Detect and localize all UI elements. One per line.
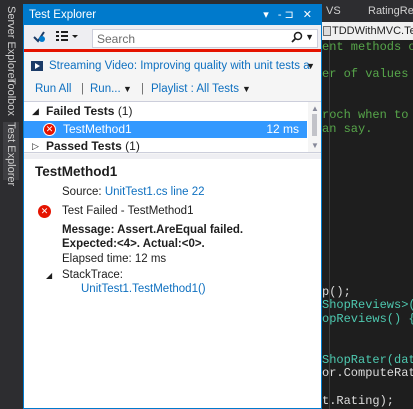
test-details-pane: TestMethod1 Source: UnitTest1.cs line 22… [24, 159, 321, 408]
expand-arrow-icon[interactable]: ◢ [32, 103, 39, 120]
code-line: or.ComputeRat [322, 366, 413, 381]
side-tab-label: Toolbox [5, 78, 17, 116]
scroll-thumb[interactable] [312, 114, 317, 136]
panel-window-controls[interactable]: ▾ -⊐ ✕ [263, 5, 315, 25]
failed-x-icon: ✕ [38, 205, 51, 218]
playlist-chevron-down-icon[interactable]: ▼ [242, 78, 251, 100]
editor-tab-strip: VS RatingRe [322, 0, 413, 22]
panel-title-bar[interactable]: Test Explorer ▾ -⊐ ✕ [24, 5, 321, 25]
separator: | [81, 83, 84, 95]
expand-arrow-icon[interactable]: ◢ [46, 271, 52, 280]
group-count: (1) [117, 104, 133, 118]
streaming-video-label: Streaming Video: Improving quality with … [49, 60, 310, 72]
failed-x-icon: ✕ [43, 123, 56, 136]
detail-source: Source: UnitTest1.cs line 22 [62, 186, 205, 198]
test-row-selected[interactable]: ✕ TestMethod1 12 ms [24, 121, 307, 138]
search-icon[interactable] [291, 31, 303, 46]
separator: | [141, 83, 144, 95]
test-results-tree: ◢ Failed Tests (1) ✕ TestMethod1 12 ms ▷… [24, 101, 321, 153]
test-explorer-toolbar: ▼ [24, 25, 321, 52]
chevron-down-icon[interactable]: ▼ [306, 55, 315, 77]
stacktrace-label: StackTrace: [62, 269, 123, 281]
scroll-down-icon[interactable]: ▼ [311, 141, 319, 150]
side-tab-strip: Server Explorer Toolbox Test Explorer [0, 0, 23, 409]
editor-tab-vs[interactable]: VS [326, 5, 341, 17]
tree-scrollbar[interactable]: ▲ ▼ [308, 102, 321, 152]
run-tests-icon[interactable] [30, 29, 48, 47]
code-line: er of values [322, 67, 409, 82]
failed-tests-group[interactable]: ◢ Failed Tests (1) [24, 103, 307, 120]
code-editor[interactable]: VS RatingRe TDDWithMVC.Tes ent methods o… [322, 0, 413, 409]
side-tab-server-explorer[interactable]: Server Explorer [3, 6, 19, 82]
video-play-icon [31, 61, 43, 71]
group-by-icon[interactable] [54, 29, 82, 47]
test-explorer-panel: Test Explorer ▾ -⊐ ✕ ▼ Streaming Video: … [23, 4, 322, 409]
source-link[interactable]: UnitTest1.cs line 22 [105, 186, 205, 198]
class-icon [323, 26, 331, 36]
panel-title: Test Explorer [29, 9, 97, 21]
code-line: opReviews() { [322, 312, 413, 326]
detail-elapsed-time: Elapsed time: 12 ms [62, 253, 167, 265]
run-dropdown[interactable]: Run... [90, 78, 121, 100]
run-chevron-down-icon[interactable]: ▼ [123, 78, 132, 100]
group-label: Passed Tests [46, 139, 122, 153]
collapse-arrow-icon[interactable]: ▷ [32, 138, 39, 155]
search-dropdown-chevron-icon[interactable]: ▼ [305, 32, 314, 42]
run-all-link[interactable]: Run All [35, 78, 71, 100]
test-duration: 12 ms [266, 122, 299, 136]
side-tab-label: Server Explorer [5, 6, 17, 83]
group-label: Failed Tests [46, 104, 115, 118]
code-line: t.Rating); [322, 393, 395, 408]
detail-test-name: TestMethod1 [35, 164, 118, 179]
code-line: an say. [322, 121, 373, 136]
code-line: ent methods o [322, 40, 413, 54]
editor-tab-rating[interactable]: RatingRe [368, 5, 413, 17]
playlist-dropdown[interactable]: Playlist : All Tests [151, 78, 239, 100]
message-line: Expected:<4>. Actual:<0>. [62, 238, 205, 250]
side-tab-label: Test Explorer [5, 122, 17, 187]
editor-path-label: TDDWithMVC.Tes [332, 25, 413, 37]
source-label: Source: [62, 186, 102, 198]
editor-navigation-bar[interactable]: TDDWithMVC.Tes [322, 22, 413, 40]
test-name: TestMethod1 [63, 122, 132, 136]
search-input[interactable] [93, 30, 283, 47]
streaming-video-link[interactable]: Streaming Video: Improving quality with … [24, 55, 321, 77]
group-count: (1) [125, 139, 140, 153]
test-actions-bar: Run All | Run... ▼ | Playlist : All Test… [24, 78, 321, 100]
side-tab-test-explorer[interactable]: Test Explorer [3, 122, 19, 186]
stack-frame-link[interactable]: UnitTest1.TestMethod1() [81, 283, 206, 295]
message-line: Message: Assert.AreEqual failed. [62, 224, 244, 236]
status-text: Test Failed - TestMethod1 [62, 205, 194, 217]
passed-tests-group[interactable]: ▷ Passed Tests (1) [24, 138, 307, 155]
detail-message: Message: Assert.AreEqual failed. Expecte… [62, 223, 243, 251]
scroll-up-icon[interactable]: ▲ [311, 104, 319, 113]
search-box[interactable]: ▼ [92, 29, 318, 48]
side-tab-toolbox[interactable]: Toolbox [3, 78, 19, 118]
